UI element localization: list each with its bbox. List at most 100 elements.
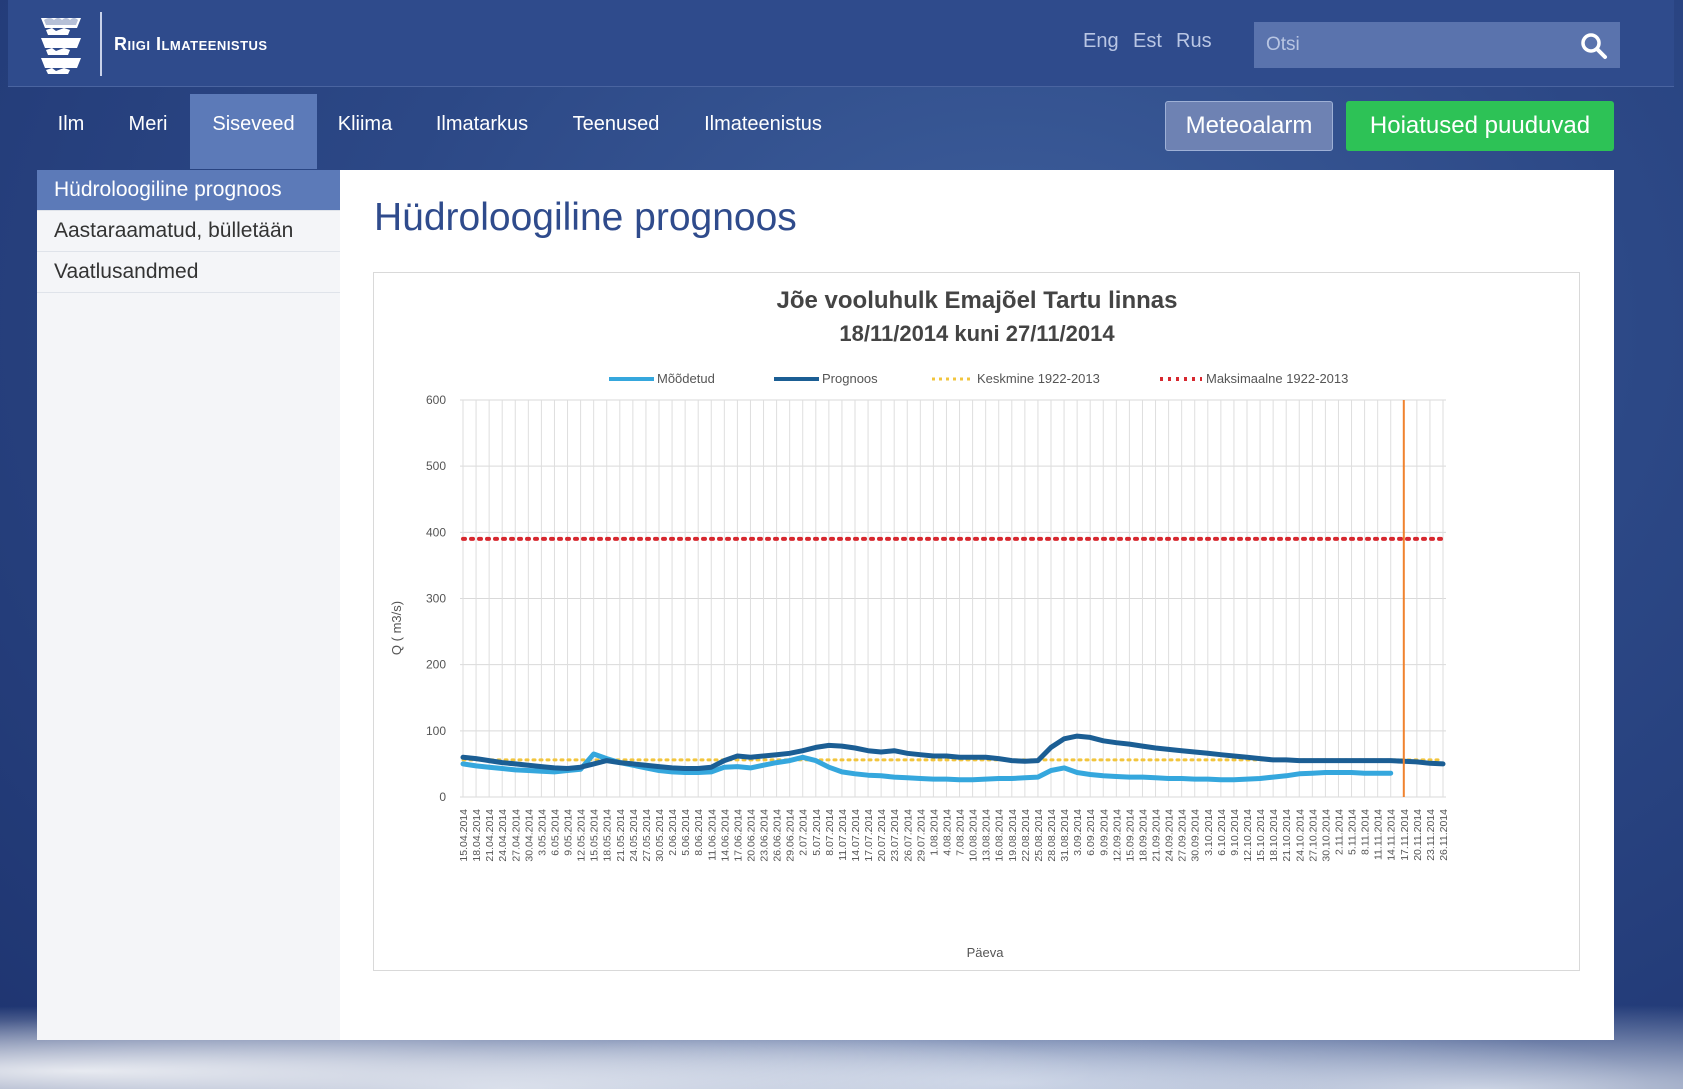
x-tick-label: 29.07.2014 — [915, 809, 927, 862]
x-tick-label: 6.05.2014 — [549, 809, 561, 856]
x-tick-label: 20.11.2014 — [1412, 809, 1424, 861]
x-tick-label: 21.05.2014 — [615, 809, 627, 862]
chart-canvas: Jõe vooluhulk Emajõel Tartu linnas 18/11… — [389, 287, 1450, 960]
x-tick-label: 27.09.2014 — [1177, 809, 1189, 862]
sidebar-item-yearbooks[interactable]: Aastaraamatud, bülletään — [37, 211, 340, 252]
x-tick-label: 30.09.2014 — [1190, 809, 1202, 862]
x-tick-label: 18.04.2014 — [471, 809, 483, 862]
x-tick-label: 30.04.2014 — [523, 809, 535, 862]
x-tick-label: 6.09.2014 — [1085, 809, 1097, 856]
warnings-button[interactable]: Hoiatused puuduvad — [1346, 101, 1614, 151]
y-tick-label: 300 — [426, 592, 446, 606]
x-tick-label: 5.06.2014 — [680, 809, 692, 856]
lang-est-link[interactable]: Est — [1133, 30, 1162, 53]
x-tick-label: 9.05.2014 — [563, 809, 575, 856]
page-title: Hüdroloogiline prognoos — [374, 196, 797, 239]
y-tick-label: 0 — [439, 790, 446, 804]
x-tick-label: 15.09.2014 — [1124, 809, 1136, 862]
x-tick-label: 2.06.2014 — [667, 809, 679, 856]
y-tick-label: 600 — [426, 393, 446, 407]
sidebar-item-observations[interactable]: Vaatlusandmed — [37, 252, 340, 293]
discharge-chart: Jõe vooluhulk Emajõel Tartu linnas 18/11… — [373, 272, 1580, 971]
x-tick-label: 18.10.2014 — [1268, 809, 1280, 862]
x-tick-label: 2.11.2014 — [1333, 809, 1345, 855]
x-tick-label: 17.06.2014 — [732, 809, 744, 862]
nav-item-ilmatarkus[interactable]: Ilmatarkus — [428, 94, 536, 169]
x-tick-label: 26.11.2014 — [1438, 809, 1450, 861]
nav-item-kliima[interactable]: Kliima — [332, 94, 398, 169]
x-tick-label: 22.08.2014 — [1020, 809, 1032, 862]
x-tick-label: 3.05.2014 — [536, 809, 548, 856]
x-tick-label: 11.11.2014 — [1373, 809, 1385, 860]
x-tick-label: 28.08.2014 — [1046, 809, 1058, 862]
sidebar: Hüdroloogiline prognoos Aastaraamatud, b… — [37, 170, 340, 1040]
x-tick-label: 24.04.2014 — [497, 809, 509, 862]
nav-item-siseveed[interactable]: Siseveed — [190, 94, 317, 169]
nav-item-teenused[interactable]: Teenused — [568, 94, 664, 169]
coat-of-arms-icon[interactable] — [36, 12, 86, 76]
x-tick-label: 11.06.2014 — [706, 809, 718, 861]
x-tick-label: 20.07.2014 — [876, 809, 888, 862]
x-tick-label: 21.04.2014 — [484, 809, 496, 862]
y-axis-label: Q ( m3/s) — [389, 601, 404, 655]
chart-legend: Mõõdetud Prognoos Keskmine 1922-2013 Mak… — [609, 371, 1348, 386]
x-tick-label: 5.07.2014 — [811, 809, 823, 856]
nav-item-meri[interactable]: Meri — [120, 94, 176, 169]
x-tick-label: 17.07.2014 — [863, 809, 875, 862]
lang-rus-link[interactable]: Rus — [1176, 30, 1212, 53]
x-tick-label: 24.10.2014 — [1294, 809, 1306, 862]
legend-label-maximum: Maksimaalne 1922-2013 — [1206, 371, 1348, 386]
logo-divider — [100, 12, 102, 76]
x-tick-label: 15.10.2014 — [1255, 809, 1267, 862]
x-tick-label: 27.05.2014 — [641, 809, 653, 862]
x-tick-label: 23.11.2014 — [1425, 809, 1437, 861]
x-tick-label: 18.09.2014 — [1137, 809, 1149, 862]
x-tick-label: 24.09.2014 — [1164, 809, 1176, 862]
site-header: Riigi Ilmateenistus Eng Est Rus — [8, 0, 1674, 87]
x-tick-label: 9.09.2014 — [1098, 809, 1110, 856]
x-tick-label: 26.07.2014 — [902, 809, 914, 862]
legend-label-measured: Mõõdetud — [657, 371, 715, 386]
site-logo-text[interactable]: Riigi Ilmateenistus — [114, 34, 268, 55]
y-tick-label: 100 — [426, 724, 446, 738]
y-tick-label: 500 — [426, 459, 446, 473]
x-tick-label: 30.05.2014 — [654, 809, 666, 862]
x-tick-label: 23.07.2014 — [889, 809, 901, 862]
nav-item-ilm[interactable]: Ilm — [50, 94, 92, 169]
series-line-forecast — [460, 733, 1446, 771]
meteoalarm-button[interactable]: Meteoalarm — [1165, 101, 1333, 151]
x-tick-label: 3.09.2014 — [1072, 809, 1084, 856]
x-tick-label: 29.06.2014 — [785, 809, 797, 862]
content-panel: Hüdroloogiline prognoos Aastaraamatud, b… — [37, 170, 1614, 1040]
sidebar-item-hydrological-forecast[interactable]: Hüdroloogiline prognoos — [37, 170, 340, 211]
x-tick-label: 13.08.2014 — [981, 809, 993, 862]
x-tick-label: 12.05.2014 — [576, 809, 588, 862]
x-tick-label: 14.07.2014 — [850, 809, 862, 862]
nav-item-ilmateenistus[interactable]: Ilmateenistus — [700, 94, 826, 169]
y-axis-ticks: 0 100 200 300 400 500 600 — [426, 393, 446, 804]
x-tick-label: 5.11.2014 — [1347, 809, 1359, 855]
chart-grid — [460, 399, 1446, 798]
x-tick-label: 8.11.2014 — [1360, 809, 1372, 855]
x-tick-label: 17.11.2014 — [1399, 809, 1411, 861]
x-tick-label: 12.10.2014 — [1242, 809, 1254, 862]
x-tick-label: 6.10.2014 — [1216, 809, 1228, 856]
legend-label-average: Keskmine 1922-2013 — [977, 371, 1100, 386]
chart-title: Jõe vooluhulk Emajõel Tartu linnas — [777, 287, 1178, 314]
x-tick-label: 3.10.2014 — [1203, 809, 1215, 856]
x-axis-label: Päeva — [967, 945, 1005, 960]
x-tick-label: 1.08.2014 — [928, 809, 940, 856]
x-tick-label: 26.06.2014 — [772, 809, 784, 862]
x-tick-label: 11.07.2014 — [837, 809, 849, 861]
x-tick-label: 16.08.2014 — [994, 809, 1006, 862]
x-tick-label: 7.08.2014 — [955, 809, 967, 856]
y-tick-label: 200 — [426, 658, 446, 672]
search-icon[interactable] — [1578, 30, 1610, 62]
x-axis-ticks: 15.04.2014 18.04.2014 21.04.2014 24.04.2014… — [458, 809, 1450, 862]
search-input[interactable] — [1254, 22, 1620, 68]
chart-subtitle: 18/11/2014 kuni 27/11/2014 — [839, 321, 1115, 346]
lang-eng-link[interactable]: Eng — [1083, 30, 1119, 53]
x-tick-label: 27.04.2014 — [510, 809, 522, 862]
x-tick-label: 18.05.2014 — [602, 809, 614, 862]
x-tick-label: 2.07.2014 — [798, 809, 810, 856]
